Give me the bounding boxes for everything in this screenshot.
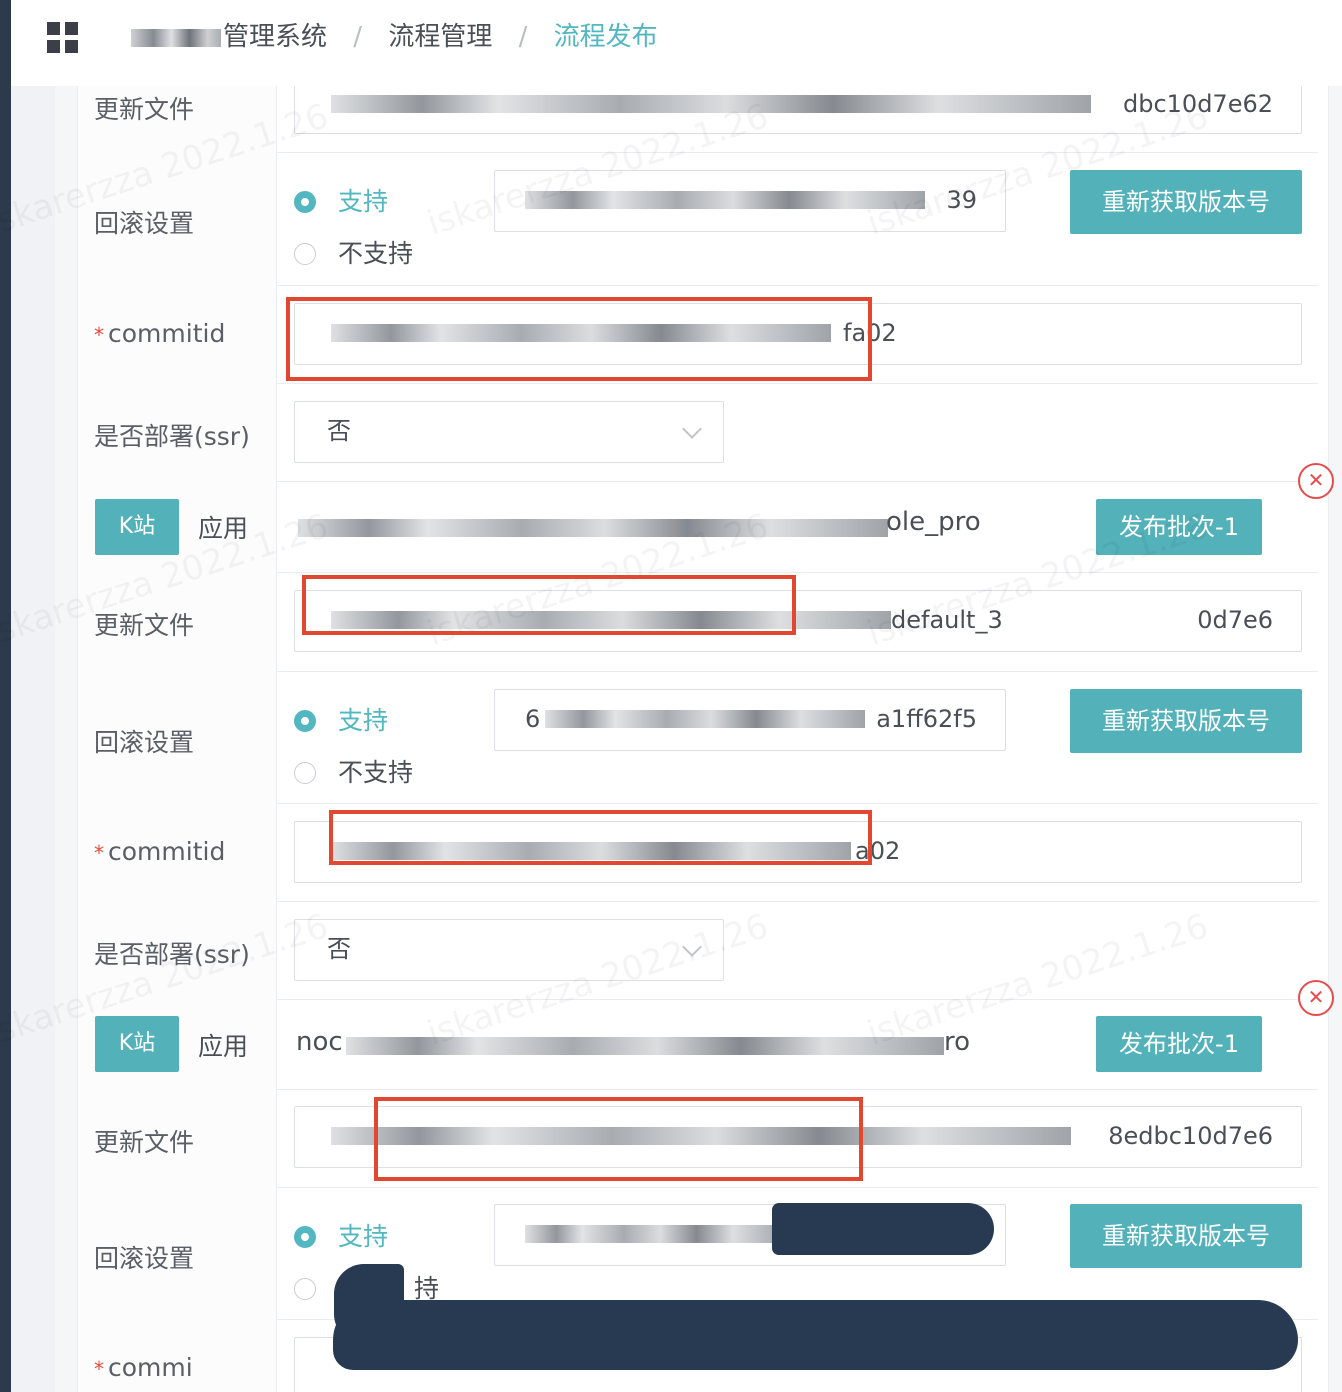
radio-not-support[interactable]: 不支持 (294, 753, 413, 789)
grid-icon[interactable] (47, 22, 79, 54)
radio-support[interactable]: 支持 (294, 1217, 388, 1253)
update-file-value: 8edbc10d7e6 (1108, 1122, 1273, 1150)
breadcrumb-system[interactable]: 管理系统 (223, 22, 327, 52)
update-file-input[interactable]: dbc10d7e62 (294, 86, 1302, 134)
rollback-row: 回滚设置 支持 不支持 39 重新获取版本号 (78, 152, 1318, 286)
app-row: K站 应用 ole_pro 发布批次-1 (78, 481, 1318, 573)
deploy-ssr-label: 是否部署(ssr) (94, 422, 250, 451)
form-table: 更新文件 dbc10d7e62 回滚设置 支持 不支持 39 重新获取版本号 *… (77, 86, 1329, 1392)
chevron-down-icon (682, 937, 702, 957)
update-file-label: 更新文件 (94, 611, 195, 640)
close-circle-icon[interactable]: ✕ (1298, 463, 1334, 499)
close-circle-icon[interactable]: ✕ (1298, 980, 1334, 1016)
deploy-ssr-row: 是否部署(ssr) 否 (78, 901, 1318, 1000)
update-file-value: 0d7e6 (1197, 606, 1273, 634)
update-file-label: 更新文件 (94, 1128, 195, 1157)
refetch-version-button[interactable]: 重新获取版本号 (1070, 170, 1302, 234)
deploy-ssr-value: 否 (327, 417, 351, 445)
rollback-label: 回滚设置 (94, 728, 195, 757)
rollback-label: 回滚设置 (94, 1244, 195, 1273)
radio-not-support[interactable]: 不支持 (294, 234, 413, 270)
highlight-box (329, 810, 872, 865)
radio-support[interactable]: 支持 (294, 701, 388, 737)
radio-support[interactable]: 支持 (294, 182, 388, 218)
radio-checked-icon (294, 191, 316, 213)
rollback-row: 回滚设置 支持 不支持 6 a1ff62f5 重新获取版本号 (78, 671, 1318, 804)
publish-form: 更新文件 dbc10d7e62 回滚设置 支持 不支持 39 重新获取版本号 *… (55, 86, 1342, 1392)
radio-checked-icon (294, 710, 316, 732)
breadcrumb-current: 流程发布 (553, 22, 658, 52)
commitid-label: * commitid (94, 319, 226, 348)
app-name-value: ole_pro (886, 507, 981, 537)
left-strip (0, 0, 11, 1392)
breadcrumb-module[interactable]: 流程管理 (388, 22, 492, 52)
deploy-ssr-select[interactable]: 否 (294, 919, 724, 981)
k-station-button[interactable]: K站 (95, 499, 179, 555)
radio-checked-icon (294, 1226, 316, 1248)
rollback-version-head: 6 (525, 705, 541, 733)
deploy-ssr-row: 是否部署(ssr) 否 (78, 383, 1318, 482)
batch-button[interactable]: 发布批次-1 (1096, 1016, 1262, 1072)
commitid-label: * commi (94, 1353, 193, 1382)
highlight-box (286, 297, 872, 381)
content-gutter (11, 86, 55, 1392)
rollback-version-value: a1ff62f5 (876, 705, 977, 733)
breadcrumb: 管理系统 / 流程管理 / 流程发布 (129, 18, 658, 56)
redaction (333, 1300, 1298, 1370)
app-name-value: ro (944, 1027, 971, 1057)
rollback-version-input[interactable]: 39 (494, 170, 1006, 232)
breadcrumb-separator: / (518, 22, 528, 52)
refetch-version-button[interactable]: 重新获取版本号 (1070, 689, 1302, 753)
update-file-value: dbc10d7e62 (1122, 90, 1273, 118)
update-file-value-mid: default_3 (891, 606, 1003, 634)
radio-unchecked-icon (294, 762, 316, 784)
app-label: 应用 (198, 514, 249, 543)
deploy-ssr-select[interactable]: 否 (294, 401, 724, 463)
breadcrumb-separator: / (353, 22, 363, 52)
app-name-head: noc (296, 1027, 343, 1057)
batch-button[interactable]: 发布批次-1 (1096, 499, 1262, 555)
update-file-label: 更新文件 (94, 95, 195, 124)
radio-unchecked-icon (294, 243, 316, 265)
app-name-redacted (346, 1037, 944, 1055)
deploy-ssr-value: 否 (327, 935, 351, 963)
highlight-box (302, 575, 796, 635)
top-header: 管理系统 / 流程管理 / 流程发布 (11, 0, 1342, 86)
refetch-version-button[interactable]: 重新获取版本号 (1070, 1204, 1302, 1268)
rollback-version-value: 39 (946, 186, 977, 214)
deploy-ssr-label: 是否部署(ssr) (94, 940, 250, 969)
app-label: 应用 (198, 1032, 249, 1061)
rollback-label: 回滚设置 (94, 209, 195, 238)
commitid-label: * commitid (94, 837, 226, 866)
rollback-version-input[interactable]: 6 a1ff62f5 (494, 689, 1006, 751)
app-name-redacted (298, 519, 888, 537)
radio-unchecked-icon (294, 1278, 316, 1300)
redaction (772, 1203, 994, 1255)
update-file-row: 更新文件 dbc10d7e62 (78, 86, 1318, 153)
redacted-system-prefix (131, 28, 221, 47)
chevron-down-icon (682, 419, 702, 439)
k-station-button[interactable]: K站 (95, 1016, 179, 1072)
highlight-box (374, 1097, 863, 1181)
app-row: K站 应用 noc ro 发布批次-1 (78, 999, 1318, 1090)
